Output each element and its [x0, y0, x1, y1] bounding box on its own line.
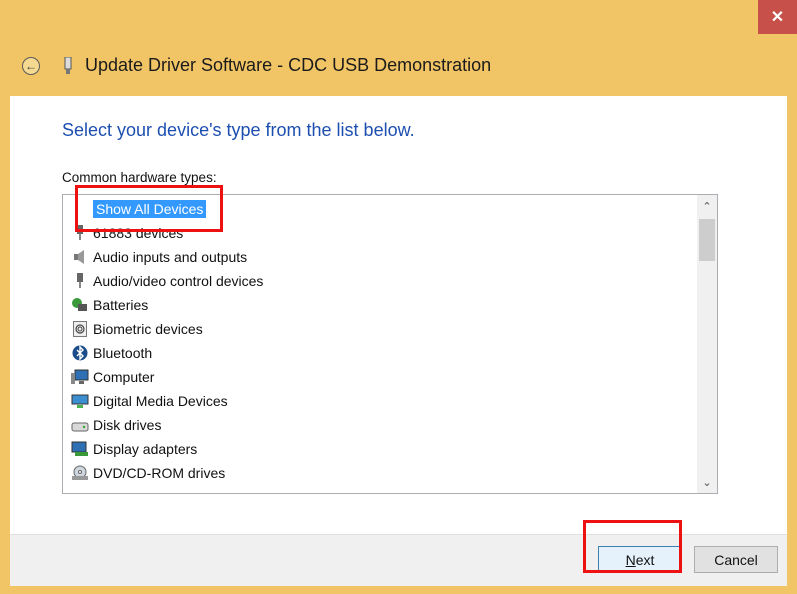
- display-adapter-icon: [71, 440, 89, 458]
- list-item-biometric-devices[interactable]: Biometric devices: [71, 318, 203, 340]
- list-item-label: DVD/CD-ROM drives: [93, 465, 226, 481]
- page-heading: Select your device's type from the list …: [62, 120, 415, 140]
- bluetooth-icon: [71, 344, 89, 362]
- list-item-audio-video-control[interactable]: Audio/video control devices: [71, 270, 263, 292]
- list-item-label: 61883 devices: [93, 225, 184, 241]
- list-item-disk-drives[interactable]: Disk drives: [71, 414, 161, 436]
- list-item-label: Biometric devices: [93, 321, 203, 337]
- usb-device-icon: [64, 57, 72, 74]
- scroll-thumb[interactable]: [699, 219, 715, 261]
- list-item-label: Display adapters: [93, 441, 198, 457]
- list-item-computer[interactable]: Computer: [71, 366, 154, 388]
- list-item-label: Disk drives: [93, 417, 162, 433]
- battery-icon: [71, 296, 89, 314]
- list-item-bluetooth[interactable]: Bluetooth: [71, 342, 152, 364]
- list-item-label: Computer: [93, 369, 155, 385]
- list-label: Common hardware types:: [62, 170, 217, 185]
- list-item-61883-devices[interactable]: 61883 devices: [71, 222, 183, 244]
- disk-drive-icon: [71, 416, 89, 434]
- list-item-batteries[interactable]: Batteries: [71, 294, 148, 316]
- next-button-label: Next: [625, 551, 655, 568]
- window-title: Update Driver Software - CDC USB Demonst…: [85, 55, 492, 75]
- list-item-label: Digital Media Devices: [93, 393, 228, 409]
- dvd-drive-icon: [71, 464, 89, 482]
- list-item-audio-inputs-outputs[interactable]: Audio inputs and outputs: [71, 246, 247, 268]
- list-item-label: Audio inputs and outputs: [93, 249, 248, 265]
- cancel-button[interactable]: Cancel: [694, 546, 778, 573]
- list-item-digital-media-devices[interactable]: Digital Media Devices: [71, 390, 228, 412]
- fingerprint-icon: [71, 320, 89, 338]
- next-button[interactable]: Next: [598, 546, 682, 573]
- hardware-types-list[interactable]: Show All Devices 61883 devices Audio inp…: [62, 194, 718, 494]
- cancel-button-label: Cancel: [714, 551, 758, 568]
- speaker-icon: [71, 248, 89, 266]
- computer-icon: [71, 368, 89, 386]
- media-device-icon: [71, 392, 89, 410]
- back-arrow-icon: ←: [25, 59, 37, 73]
- list-item-label: Batteries: [93, 297, 149, 313]
- plug-icon: [71, 224, 89, 242]
- plug-icon: [71, 272, 89, 290]
- list-item-label: Bluetooth: [93, 345, 153, 361]
- list-item-label: Audio/video control devices: [93, 273, 264, 289]
- list-item-show-all-devices[interactable]: Show All Devices: [71, 198, 207, 220]
- list-item-display-adapters[interactable]: Display adapters: [71, 438, 197, 460]
- close-icon: ✕: [770, 9, 785, 26]
- scroll-up-arrow-icon[interactable]: ⌃: [697, 195, 717, 217]
- scroll-down-arrow-icon[interactable]: ⌄: [697, 471, 717, 493]
- list-item-dvd-cd-rom-drives[interactable]: DVD/CD-ROM drives: [71, 462, 225, 484]
- list-scrollbar[interactable]: ⌃ ⌄: [697, 195, 717, 493]
- list-item-label: Show All Devices: [93, 200, 207, 218]
- back-button[interactable]: ←: [22, 57, 40, 75]
- dialog-window: ✕ ← Update Driver Software - CDC USB Dem…: [0, 0, 797, 594]
- close-button[interactable]: ✕: [758, 0, 797, 34]
